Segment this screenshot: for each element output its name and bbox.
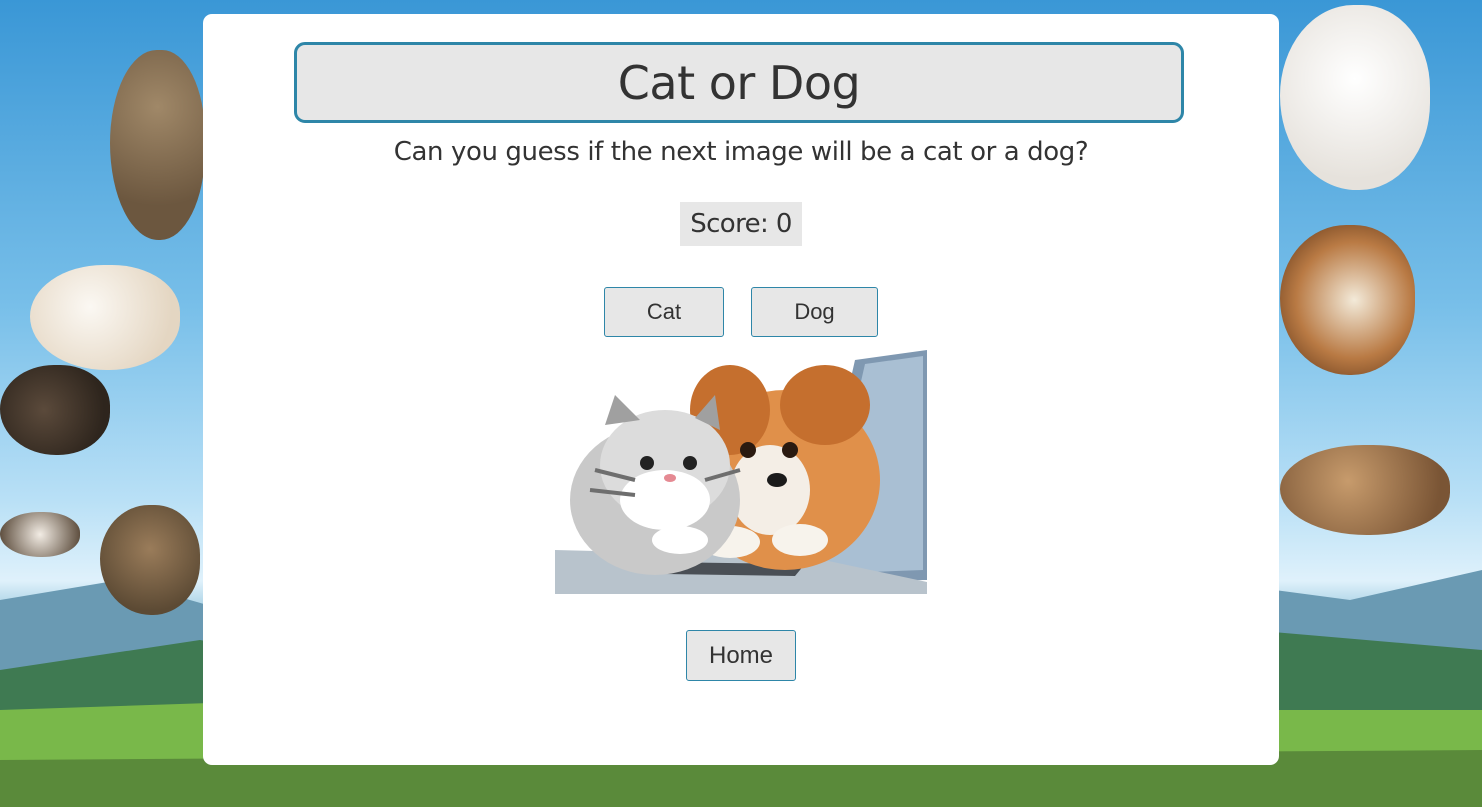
pet-photo <box>555 350 927 594</box>
flying-cat-image <box>0 512 80 557</box>
flying-dog-image <box>1280 445 1450 535</box>
page-title: Cat or Dog <box>617 55 861 110</box>
instructions-text: Can you guess if the next image will be … <box>393 137 1089 167</box>
flying-cat-image <box>0 365 110 455</box>
title-banner: Cat or Dog <box>294 42 1184 123</box>
guess-dog-button[interactable]: Dog <box>751 287 878 337</box>
flying-cat-image <box>110 50 205 240</box>
kitten-puppy-laptop-illustration <box>555 350 927 594</box>
score-display: Score: 0 <box>680 202 802 246</box>
game-card: Cat or Dog Can you guess if the next ima… <box>203 14 1279 765</box>
flying-dog-image <box>1280 225 1415 375</box>
flying-cat-image <box>30 265 180 370</box>
flying-cat-image <box>1280 5 1430 190</box>
flying-cat-image <box>100 505 200 615</box>
guess-cat-button[interactable]: Cat <box>604 287 724 337</box>
home-button[interactable]: Home <box>686 630 796 681</box>
